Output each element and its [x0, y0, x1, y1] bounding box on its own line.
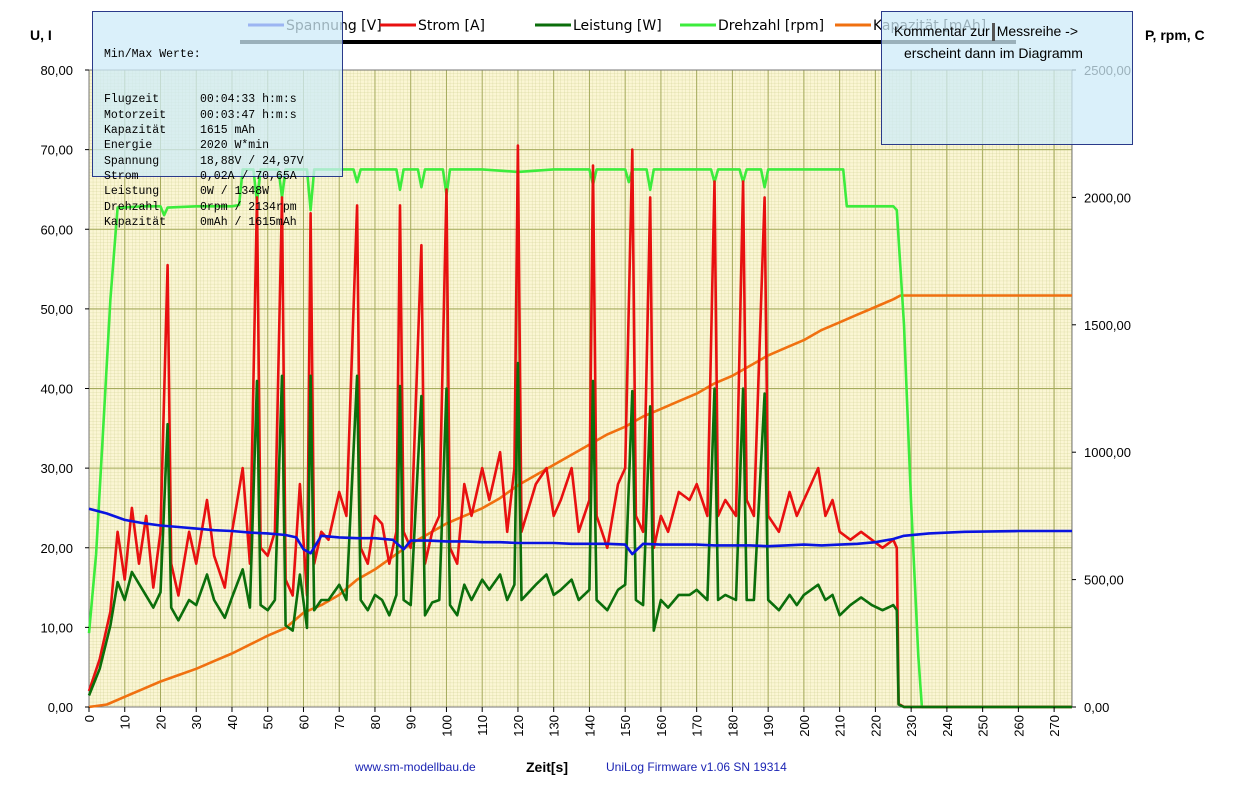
y-left-tick-label: 70,00: [40, 143, 73, 158]
x-tick-label: 110: [475, 715, 490, 736]
x-tick-label: 200: [797, 715, 812, 737]
right-axis-title: P, rpm, C: [1145, 27, 1205, 43]
chart-window: 0 10 20 30 40 50 60 70 80 90 100 110 120 130 140 150 160…: [0, 0, 1234, 799]
x-tick-label: 70: [332, 715, 347, 729]
x-tick-label: 20: [153, 715, 168, 729]
y-left-tick-label: 0,00: [48, 700, 73, 715]
minmax-value: 0,02A / 70,65A: [200, 169, 297, 183]
y-left-tick-label: 20,00: [40, 541, 73, 556]
y-left-tick-label: 30,00: [40, 461, 73, 476]
x-axis-title: Zeit[s]: [526, 759, 568, 775]
y-right-tick-label: 500,00: [1084, 573, 1124, 588]
y-right-tick-label: 2000,00: [1084, 190, 1131, 205]
x-tick-label: 90: [404, 715, 419, 729]
minmax-key: Spannung: [104, 154, 160, 168]
minmax-key: Strom: [104, 169, 139, 183]
x-tick-label: 260: [1011, 715, 1026, 737]
x-tick-label: 0: [82, 715, 97, 722]
comment-line-1b: Messreihe ->: [996, 23, 1079, 39]
minmax-row: Drehzahl 0rpm / 2134rpm: [104, 200, 342, 215]
minmax-value: 2020 W*min: [200, 139, 270, 153]
x-tick-label: 120: [511, 715, 526, 737]
x-tick-label: 250: [976, 715, 991, 737]
minmax-row: Kapazität 0mAh / 1615mAh: [104, 215, 342, 230]
x-tick-label: 10: [118, 715, 133, 729]
minmax-key: Kapazität: [104, 215, 167, 229]
x-tick-label: 150: [618, 715, 633, 737]
minmax-row: Leistung 0W / 1348W: [104, 184, 342, 199]
legend-label: Drehzahl [rpm]: [718, 18, 824, 34]
x-tick-label: 270: [1047, 715, 1062, 737]
minmax-key: Kapazität: [104, 124, 167, 138]
y-right-tick-label: 0,00: [1084, 700, 1109, 715]
minmax-value: 0rpm / 2134rpm: [200, 200, 297, 214]
x-tick-label: 30: [189, 715, 204, 729]
minmax-row: Kapazität 1615 mAh: [104, 123, 342, 138]
footer-website[interactable]: www.sm-modellbau.de: [354, 760, 476, 774]
minmax-panel: Min/Max Werte: Flugzeit 00:04:33 h:m:s Mot…: [92, 11, 343, 229]
x-tick-label: 180: [725, 715, 740, 737]
x-tick-label: 170: [690, 715, 705, 737]
x-tick-label: 190: [761, 715, 776, 737]
y-right-tick-label: 1000,00: [1084, 445, 1131, 460]
y-left-tick-label: 40,00: [40, 382, 73, 397]
minmax-row: Energie 2020 W*min: [104, 138, 342, 153]
minmax-value: 18,88V / 24,97V: [200, 154, 304, 168]
y-left-tick-label: 50,00: [40, 302, 73, 317]
y-left-tick-label: 60,00: [40, 222, 73, 237]
comment-line-2: erscheint dann im Diagramm: [904, 45, 1083, 61]
text-cursor: [991, 23, 995, 42]
x-tick-label: 50: [261, 715, 276, 729]
y-left-tick-label: 80,00: [40, 63, 73, 78]
x-tick-label: 100: [439, 715, 454, 737]
x-tick-label: 80: [368, 715, 383, 729]
minmax-value: 0mAh / 1615mAh: [200, 215, 297, 229]
y-right-tick-label: 1500,00: [1084, 318, 1131, 333]
minmax-rows: Flugzeit 00:04:33 h:m:s Motorzeit 00:03:47 …: [104, 92, 342, 230]
x-tick-label: 60: [296, 715, 311, 729]
minmax-value: 00:04:33 h:m:s: [200, 93, 297, 107]
minmax-key: Leistung: [104, 185, 160, 199]
minmax-value: 1615 mAh: [200, 124, 256, 138]
x-tick-label: 240: [940, 715, 955, 737]
y-left-tick-label: 10,00: [40, 620, 73, 635]
minmax-row: Strom 0,02A / 70,65A: [104, 169, 342, 184]
x-tick-label: 160: [654, 715, 669, 737]
minmax-title: Min/Max Werte:: [104, 47, 201, 61]
legend-label: Strom [A]: [418, 18, 485, 34]
minmax-value: 00:03:47 h:m:s: [200, 108, 297, 122]
legend-label: Leistung [W]: [573, 18, 662, 34]
minmax-row: Spannung 18,88V / 24,97V: [104, 154, 342, 169]
minmax-key: Motorzeit: [104, 108, 167, 122]
minmax-key: Drehzahl: [104, 200, 160, 214]
minmax-key: Flugzeit: [104, 93, 160, 107]
comment-line-1a: Kommentar zur: [894, 23, 990, 39]
comment-line-1: Kommentar zur Messreihe ->: [894, 20, 1132, 42]
x-tick-label: 210: [833, 715, 848, 737]
footer-firmware: UniLog Firmware v1.06 SN 19314: [606, 760, 787, 774]
x-tick-label: 40: [225, 715, 240, 729]
minmax-row: Flugzeit 00:04:33 h:m:s: [104, 92, 342, 107]
minmax-row: Motorzeit 00:03:47 h:m:s: [104, 108, 342, 123]
x-tick-label: 130: [547, 715, 562, 737]
left-axis-title: U, I: [30, 27, 52, 43]
comment-panel[interactable]: Kommentar zur Messreihe -> erscheint dann…: [881, 11, 1133, 145]
minmax-value: 0W / 1348W: [200, 185, 270, 199]
x-tick-label: 220: [868, 715, 883, 737]
x-tick-label: 230: [904, 715, 919, 737]
minmax-key: Energie: [104, 139, 153, 153]
x-tick-label: 140: [582, 715, 597, 737]
